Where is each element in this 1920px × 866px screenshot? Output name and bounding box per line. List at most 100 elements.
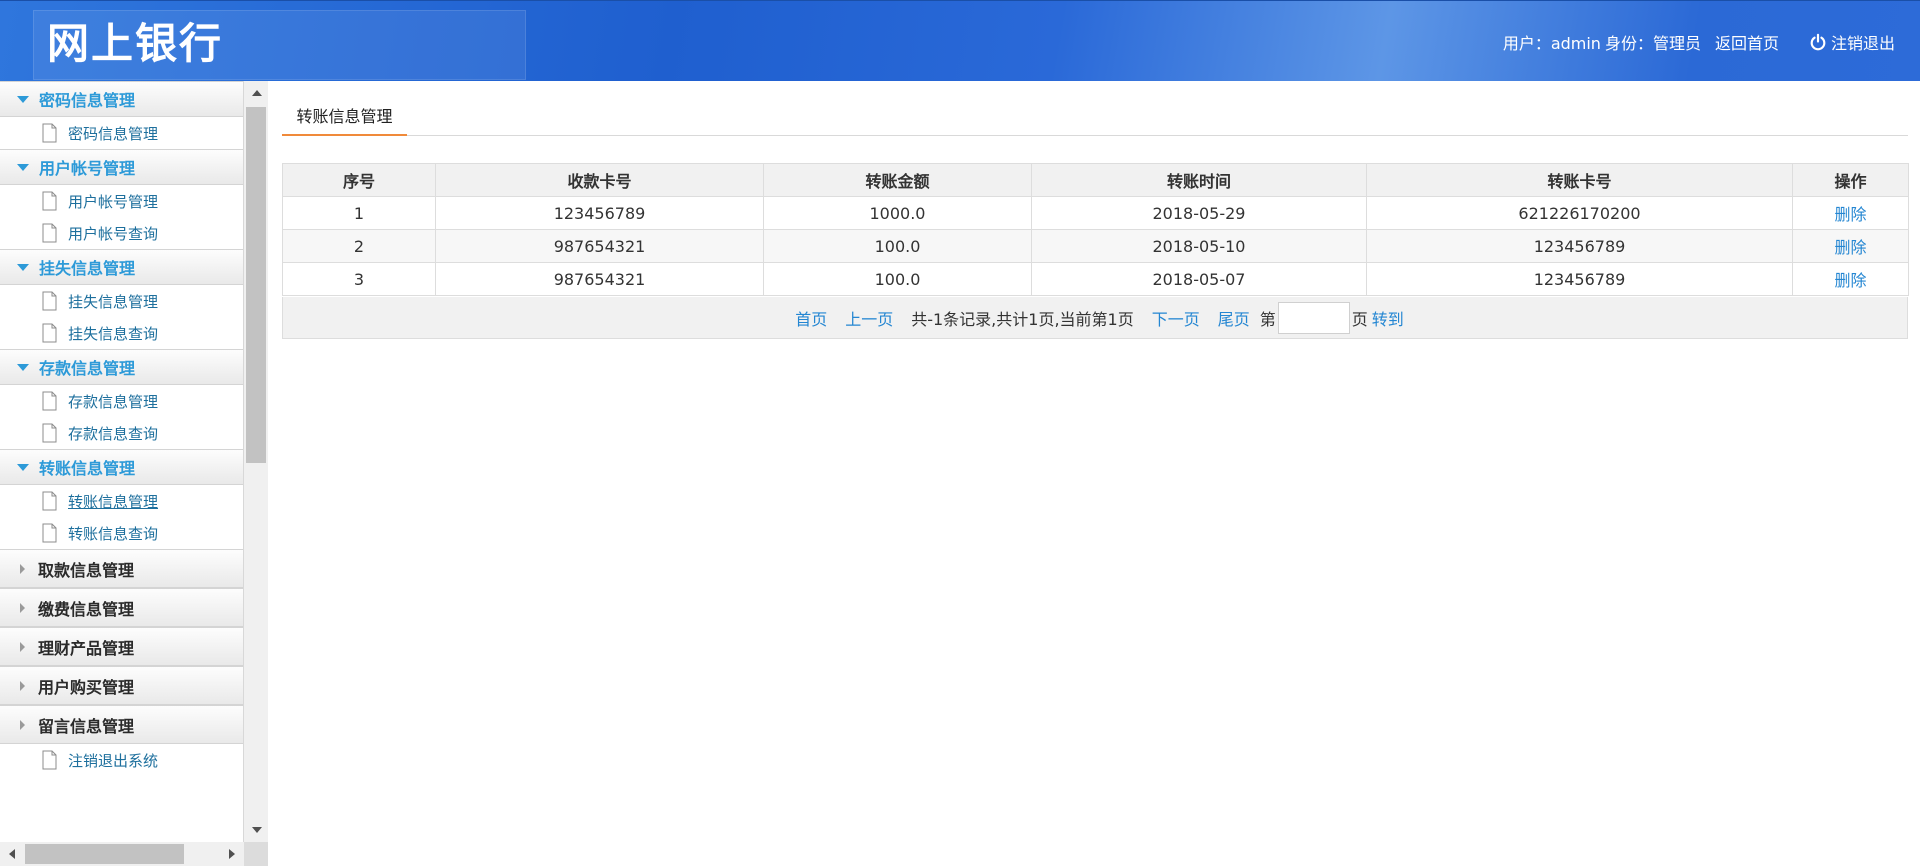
- first-page-link[interactable]: 首页: [795, 306, 827, 330]
- sidebar-item-logout-system[interactable]: 注销退出系统: [0, 744, 243, 776]
- column-header: 转账卡号: [1366, 163, 1793, 197]
- sidebar-item-loss-manage[interactable]: 挂失信息管理: [0, 285, 243, 317]
- menu-group-user-purchase[interactable]: 用户购买管理: [0, 666, 243, 705]
- menu-group-transfer[interactable]: 转账信息管理: [0, 449, 243, 485]
- table-cell: 2018-05-07: [1031, 262, 1367, 296]
- menu-group-payment[interactable]: 缴费信息管理: [0, 588, 243, 627]
- column-header: 转账时间: [1031, 163, 1367, 197]
- sidebar-item-label: 密码信息管理: [68, 124, 159, 143]
- table-cell: 2018-05-29: [1031, 196, 1367, 230]
- menu-group-label: 留言信息管理: [38, 716, 135, 736]
- app-logo-title: 网上银行: [47, 19, 224, 68]
- page-suffix-label: 页: [1351, 309, 1368, 329]
- expanded-arrow-icon: [17, 95, 29, 103]
- collapsed-arrow-icon: [20, 602, 25, 613]
- menu-group-label: 理财产品管理: [38, 638, 135, 658]
- scrollbar-corner: [244, 842, 268, 866]
- delete-link[interactable]: 删除: [1834, 238, 1866, 257]
- document-icon: [42, 223, 57, 243]
- document-icon: [42, 391, 57, 411]
- delete-link[interactable]: 删除: [1834, 271, 1866, 290]
- pagination-bar: 首页 上一页 共-1条记录,共计1页,当前第1页 下一页 尾页 第 页 转到: [282, 297, 1908, 339]
- pagination-info: 共-1条记录,共计1页,当前第1页: [911, 309, 1134, 329]
- sidebar: 密码信息管理 密码信息管理 用户帐号管理 用户帐号管理 用户帐号查询 挂失信息管…: [0, 81, 268, 866]
- menu-group-messages[interactable]: 留言信息管理: [0, 705, 243, 744]
- delete-link[interactable]: 删除: [1834, 205, 1866, 224]
- transfer-table: 序号 收款卡号 转账金额 转账时间 转账卡号 操作 1 123456789 10…: [282, 163, 1909, 296]
- user-bar: 用户：admin 身份：管理员 返回首页 注销退出: [1503, 29, 1895, 55]
- sidebar-vertical-scrollbar[interactable]: [244, 81, 268, 842]
- scroll-down-arrow-icon[interactable]: [252, 827, 262, 833]
- table-cell: 123456789: [1366, 262, 1793, 296]
- sidebar-item-transfer-query[interactable]: 转账信息查询: [0, 517, 243, 549]
- collapsed-arrow-icon: [20, 719, 25, 730]
- tab-bar: 转账信息管理: [282, 101, 1908, 136]
- table-cell: 删除: [1792, 196, 1909, 230]
- menu-group-wealth-products[interactable]: 理财产品管理: [0, 627, 243, 666]
- sidebar-horizontal-scrollbar[interactable]: [0, 842, 244, 866]
- menu-group-account[interactable]: 用户帐号管理: [0, 149, 243, 185]
- table-cell: 1000.0: [763, 196, 1032, 230]
- next-page-link[interactable]: 下一页: [1152, 306, 1200, 330]
- table-row: 1 123456789 1000.0 2018-05-29 6212261702…: [282, 196, 1909, 230]
- column-header: 序号: [282, 163, 436, 197]
- menu-group-label: 用户帐号管理: [39, 159, 136, 178]
- sidebar-item-label: 转账信息管理: [68, 492, 159, 511]
- scrollbar-thumb[interactable]: [246, 107, 266, 463]
- document-icon: [42, 491, 57, 511]
- menu-group-password[interactable]: 密码信息管理: [0, 81, 243, 117]
- menu-group-label: 用户购买管理: [38, 677, 135, 697]
- sidebar-item-account-query[interactable]: 用户帐号查询: [0, 217, 243, 249]
- table-cell: 2: [282, 229, 436, 263]
- column-header: 转账金额: [763, 163, 1032, 197]
- sidebar-item-transfer-manage[interactable]: 转账信息管理: [0, 485, 243, 517]
- sidebar-item-label: 用户帐号查询: [68, 224, 159, 243]
- scrollbar-thumb[interactable]: [25, 844, 184, 864]
- table-cell: 删除: [1792, 229, 1909, 263]
- menu-group-label: 转账信息管理: [39, 459, 136, 478]
- menu-group-deposit[interactable]: 存款信息管理: [0, 349, 243, 385]
- main-content: 转账信息管理 序号 收款卡号 转账金额 转账时间 转账卡号 操作 1 12345…: [282, 81, 1909, 866]
- document-icon: [42, 750, 57, 770]
- sidebar-item-account-manage[interactable]: 用户帐号管理: [0, 185, 243, 217]
- page-number-input[interactable]: [1277, 301, 1350, 334]
- sidebar-item-loss-query[interactable]: 挂失信息查询: [0, 317, 243, 349]
- collapsed-arrow-icon: [20, 680, 25, 691]
- go-to-page-link[interactable]: 转到: [1372, 306, 1404, 330]
- expanded-arrow-icon: [17, 263, 29, 271]
- sidebar-item-label: 存款信息管理: [68, 392, 159, 411]
- document-icon: [42, 123, 57, 143]
- menu-group-label: 取款信息管理: [38, 560, 135, 580]
- sidebar-item-password-manage[interactable]: 密码信息管理: [0, 117, 243, 149]
- table-row: 2 987654321 100.0 2018-05-10 123456789 删…: [282, 229, 1909, 263]
- menu-group-label: 挂失信息管理: [39, 259, 136, 278]
- sidebar-item-label: 挂失信息查询: [68, 324, 159, 343]
- menu-group-label: 存款信息管理: [39, 359, 136, 378]
- column-header: 收款卡号: [435, 163, 764, 197]
- sidebar-item-label: 挂失信息管理: [68, 292, 159, 311]
- sidebar-item-deposit-query[interactable]: 存款信息查询: [0, 417, 243, 449]
- last-page-link[interactable]: 尾页: [1218, 306, 1250, 330]
- table-cell: 100.0: [763, 229, 1032, 263]
- menu-group-loss-report[interactable]: 挂失信息管理: [0, 249, 243, 285]
- column-header: 操作: [1792, 163, 1909, 197]
- table-cell: 987654321: [435, 262, 764, 296]
- expanded-arrow-icon: [17, 463, 29, 471]
- scroll-right-arrow-icon[interactable]: [229, 849, 235, 859]
- document-icon: [42, 423, 57, 443]
- menu-group-label: 缴费信息管理: [38, 599, 135, 619]
- home-link[interactable]: 返回首页: [1715, 30, 1779, 54]
- table-header-row: 序号 收款卡号 转账金额 转账时间 转账卡号 操作: [282, 163, 1909, 197]
- sidebar-item-deposit-manage[interactable]: 存款信息管理: [0, 385, 243, 417]
- prev-page-link[interactable]: 上一页: [845, 306, 893, 330]
- tab-transfer-manage[interactable]: 转账信息管理: [282, 101, 407, 136]
- sidebar-item-label: 用户帐号管理: [68, 192, 159, 211]
- menu-group-withdraw[interactable]: 取款信息管理: [0, 549, 243, 588]
- scroll-up-arrow-icon[interactable]: [252, 90, 262, 96]
- top-header: 网上银行 用户：admin 身份：管理员 返回首页 注销退出: [0, 0, 1920, 81]
- collapsed-arrow-icon: [20, 563, 25, 574]
- table-cell: 2018-05-10: [1031, 229, 1367, 263]
- scroll-left-arrow-icon[interactable]: [9, 849, 15, 859]
- logout-button[interactable]: 注销退出: [1809, 30, 1895, 54]
- power-icon: [1810, 33, 1826, 51]
